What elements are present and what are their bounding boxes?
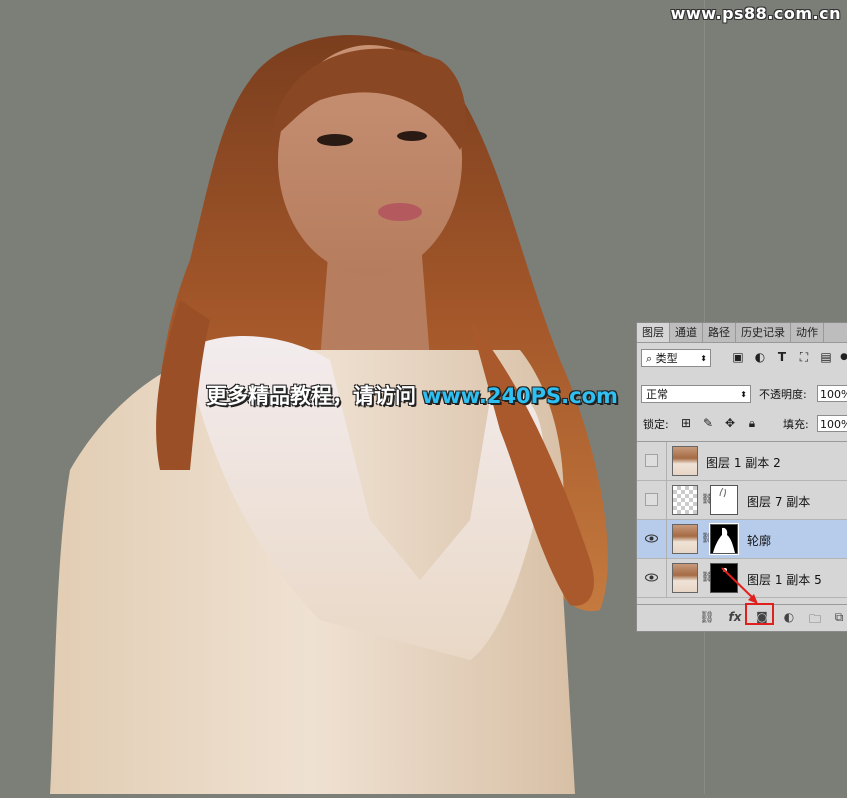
opacity-input[interactable]: 100%	[817, 385, 847, 402]
layer-thumbnail	[672, 524, 698, 554]
filter-pixel-icon[interactable]: ▣	[731, 350, 745, 364]
filter-toggle-icon[interactable]: ●	[837, 350, 847, 364]
search-icon: ⌕	[646, 352, 653, 365]
tutorial-watermark: 更多精品教程，请访问 www.240PS.com	[206, 380, 618, 410]
mask-shape	[719, 487, 726, 498]
lock-move-icon[interactable]: ✥	[723, 416, 737, 430]
add-mask-highlight	[745, 603, 774, 625]
lock-row: 锁定: ⊞ ✎ ✥ 🔒︎ 填充: 100%	[637, 413, 847, 435]
layer-thumbnail	[672, 563, 698, 593]
blend-row: 正常 ⬍ 不透明度: 100%	[637, 383, 847, 405]
layer-row[interactable]: ⛓ 图层 7 副本	[637, 481, 847, 520]
tab-channels[interactable]: 通道	[670, 323, 703, 342]
fx-icon[interactable]: fx	[727, 610, 743, 624]
fill-input[interactable]: 100%	[817, 415, 847, 432]
layer-row-selected[interactable]: ⛓ 轮廓	[637, 520, 847, 559]
watermark-url: www.240PS.com	[422, 384, 618, 408]
updown-arrow-icon: ⬍	[740, 390, 747, 399]
adjustment-layer-icon[interactable]: ◐	[781, 610, 797, 624]
filter-smart-object-icon[interactable]: ▤	[819, 350, 833, 364]
filter-row: ⌕ 类型 ⬍ ▣ ◐ T ⛶ ▤ ●	[637, 347, 847, 369]
site-url-watermark: www.ps88.com.cn	[670, 4, 841, 23]
updown-arrow-icon: ⬍	[700, 354, 707, 363]
fill-label: 填充:	[783, 418, 809, 431]
filter-kind-select[interactable]: ⌕ 类型 ⬍	[641, 349, 711, 367]
layer-row[interactable]: ⛓ 图层 1 副本 5	[637, 559, 847, 598]
visibility-toggle[interactable]	[645, 493, 658, 506]
layer-thumbnail	[672, 485, 698, 515]
watermark-text: 更多精品教程，请访问	[206, 384, 416, 408]
eye-icon[interactable]	[645, 571, 658, 584]
panel-tabs: 图层 通道 路径 历史记录 动作	[637, 323, 847, 343]
eye-icon[interactable]	[645, 532, 658, 545]
tab-history[interactable]: 历史记录	[736, 323, 791, 342]
layer-row[interactable]: 图层 1 副本 2	[637, 442, 847, 481]
panel-bottom-bar: ⛓ fx ◙ ◐ 🗀︎ ⧉	[637, 604, 847, 631]
layer-thumbnail	[672, 446, 698, 476]
lock-label: 锁定:	[643, 418, 669, 431]
layer-mask-thumbnail[interactable]	[710, 563, 738, 593]
filter-shape-icon[interactable]: ⛶	[797, 350, 811, 364]
new-layer-icon[interactable]: ⧉	[831, 610, 847, 625]
tab-paths[interactable]: 路径	[703, 323, 736, 342]
layer-name: 图层 1 副本 5	[747, 573, 822, 587]
blend-mode-value: 正常	[646, 388, 668, 401]
mask-shape	[723, 568, 727, 572]
new-group-icon[interactable]: 🗀︎	[807, 610, 823, 631]
layers-list: 图层 1 副本 2 ⛓ 图层 7 副本 ⛓ 轮廓 ⛓ 图层 1 副本 5	[637, 441, 847, 600]
blend-mode-select[interactable]: 正常 ⬍	[641, 385, 751, 403]
lock-all-icon[interactable]: 🔒︎	[745, 416, 759, 430]
layer-mask-thumbnail[interactable]	[709, 523, 739, 555]
filter-type-icon[interactable]: T	[775, 350, 789, 364]
layer-name: 图层 1 副本 2	[706, 456, 781, 470]
layer-mask-thumbnail[interactable]	[710, 485, 738, 515]
layer-name: 图层 7 副本	[747, 495, 811, 509]
tab-actions[interactable]: 动作	[791, 323, 824, 342]
tab-layers[interactable]: 图层	[637, 323, 670, 342]
lock-brush-icon[interactable]: ✎	[701, 416, 715, 430]
mask-shape	[713, 527, 735, 553]
link-layers-icon[interactable]: ⛓	[699, 610, 715, 624]
visibility-toggle[interactable]	[645, 454, 658, 467]
layer-name: 轮廓	[747, 534, 772, 548]
lock-transparent-icon[interactable]: ⊞	[679, 416, 693, 430]
layers-panel: 图层 通道 路径 历史记录 动作 ⌕ 类型 ⬍ ▣ ◐ T ⛶ ▤ ● 正常 ⬍…	[636, 322, 847, 632]
filter-kind-label: 类型	[655, 352, 678, 365]
opacity-label: 不透明度:	[759, 388, 807, 401]
filter-adjustment-icon[interactable]: ◐	[753, 350, 767, 364]
